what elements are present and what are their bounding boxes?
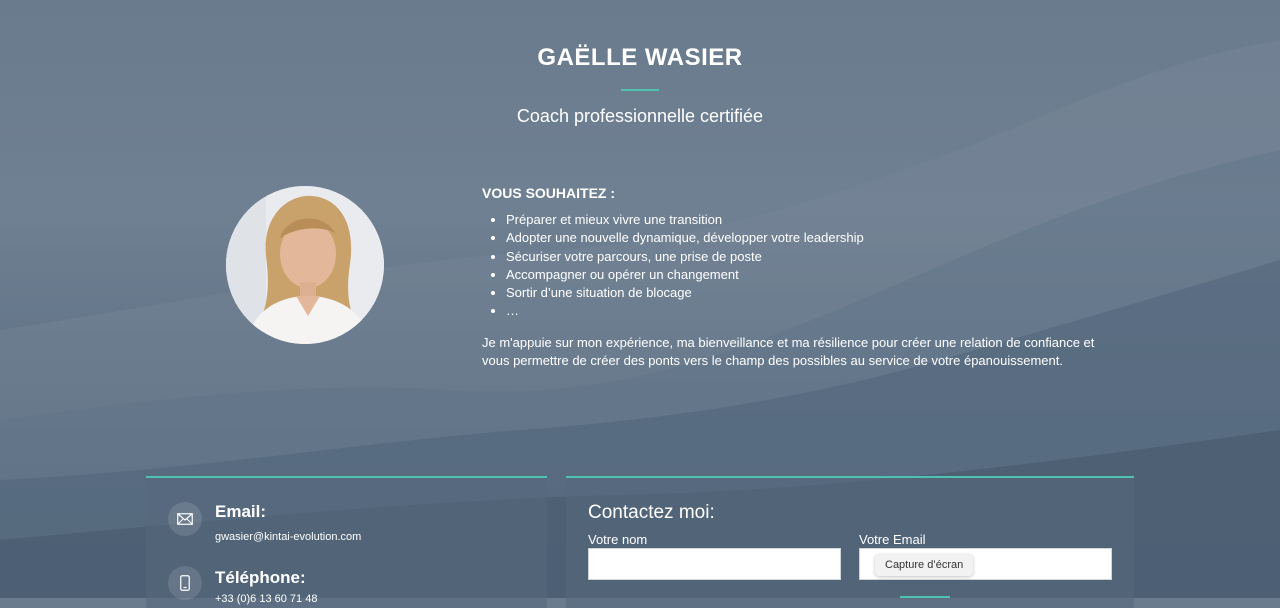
page-subtitle: Coach professionnelle certifiée <box>516 106 764 126</box>
list-item: Adopter une nouvelle dynamique, développ… <box>506 229 1142 247</box>
email-icon <box>168 502 202 536</box>
intro-section: VOUS SOUHAITEZ : Préparer et mieux vivre… <box>482 185 1142 371</box>
email-field-label: Votre Email <box>859 532 926 547</box>
screenshot-tooltip: Capture d’écran <box>875 554 974 576</box>
phone-icon <box>168 566 202 600</box>
contact-info-card: Email: gwasier@kintai-evolution.com Télé… <box>146 476 547 608</box>
portrait-image <box>226 186 384 344</box>
list-item: Accompagner ou opérer un changement <box>506 266 1142 284</box>
avatar <box>226 186 384 344</box>
contact-form-title: Contactez moi: <box>588 502 715 523</box>
phone-value[interactable]: +33 (0)6 13 60 71 48 <box>215 593 317 605</box>
email-title: Email: <box>215 502 267 521</box>
intro-list: Préparer et mieux vivre une transition A… <box>482 211 1142 321</box>
list-item: Sécuriser votre parcours, une prise de p… <box>506 248 1142 266</box>
name-input[interactable] <box>588 548 841 580</box>
email-value[interactable]: gwasier@kintai-evolution.com <box>215 531 361 543</box>
list-item: Sortir d’une situation de blocage <box>506 284 1142 302</box>
contact-form-card: Contactez moi: Votre nom Votre Email <box>566 476 1134 608</box>
list-item: … <box>506 302 1142 320</box>
phone-title: Téléphone: <box>215 568 306 587</box>
title-divider <box>621 89 659 91</box>
list-item: Préparer et mieux vivre une transition <box>506 211 1142 229</box>
name-field-label: Votre nom <box>588 532 648 547</box>
intro-heading: VOUS SOUHAITEZ : <box>482 185 616 201</box>
intro-paragraph: Je m'appuie sur mon expérience, ma bienv… <box>482 334 1095 369</box>
page-title: GAËLLE WASIER <box>537 44 743 71</box>
